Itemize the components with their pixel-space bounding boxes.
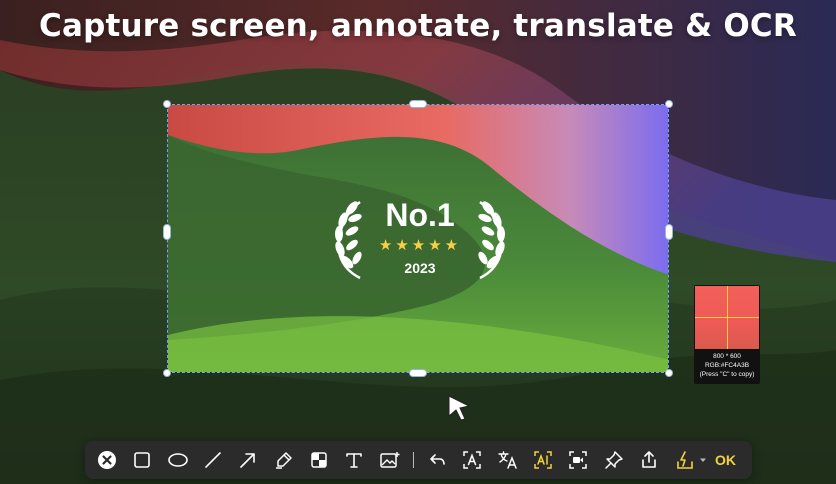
text-tool-button[interactable] [341, 447, 367, 473]
line-tool-button[interactable] [200, 447, 226, 473]
highlighter-icon [276, 452, 292, 469]
resize-handle-bottom[interactable] [409, 369, 427, 377]
resize-handle-right[interactable] [665, 224, 673, 240]
mosaic-icon [311, 452, 327, 468]
arrow-tool-button[interactable] [235, 447, 261, 473]
resize-handle-top-right[interactable] [665, 100, 673, 108]
color-magnifier: 800 * 600 RGB:#FC4A3B (Press "C" to copy… [694, 285, 760, 384]
toolbar-divider [413, 452, 414, 468]
save-options-dropdown[interactable] [696, 447, 710, 473]
record-icon [569, 451, 587, 469]
rectangle-icon [134, 452, 150, 468]
line-icon [205, 452, 221, 468]
close-button[interactable] [94, 447, 120, 473]
selection-size: 800 * 600 [713, 353, 741, 360]
annotation-toolbar: OK [85, 441, 752, 479]
image-icon [380, 452, 400, 468]
resize-handle-left[interactable] [163, 224, 171, 240]
image-tool-button[interactable] [377, 447, 403, 473]
translate-icon [498, 451, 517, 469]
share-icon [642, 451, 656, 468]
ellipse-tool-button[interactable] [165, 447, 191, 473]
resize-handle-bottom-right[interactable] [665, 369, 673, 377]
rectangle-tool-button[interactable] [129, 447, 155, 473]
close-icon [98, 451, 116, 469]
resize-handle-bottom-left[interactable] [163, 369, 171, 377]
ellipse-icon [168, 453, 188, 467]
ok-button[interactable]: OK [715, 447, 736, 473]
pin-icon [605, 451, 623, 469]
headline: Capture screen, annotate, translate & OC… [39, 8, 797, 44]
share-button[interactable] [636, 447, 662, 473]
text-icon [346, 453, 362, 468]
award-title: No.1 [385, 197, 455, 233]
color-value: RGB:#FC4A3B [704, 362, 750, 369]
award-stars: ★★★★★ [378, 237, 462, 254]
resize-handle-top-left[interactable] [163, 100, 171, 108]
undo-icon [430, 454, 445, 465]
magnifier-preview [695, 286, 759, 349]
crosshair-vertical [727, 286, 728, 349]
resize-handle-top[interactable] [409, 100, 427, 108]
translate-button[interactable] [495, 447, 521, 473]
mosaic-tool-button[interactable] [306, 447, 332, 473]
pin-button[interactable] [601, 447, 627, 473]
undo-button[interactable] [424, 447, 450, 473]
ocr-button[interactable] [459, 447, 485, 473]
dropdown-icon [700, 458, 706, 462]
ai-ocr-button[interactable] [530, 447, 556, 473]
ocr-icon [463, 451, 481, 469]
copy-hint: (Press "C" to copy) [699, 371, 755, 378]
award-year: 2023 [404, 260, 436, 276]
save-button[interactable] [672, 447, 698, 473]
save-icon [677, 451, 693, 469]
award-badge: No.1 ★★★★★ 2023 [330, 196, 510, 286]
mouse-cursor-icon [448, 395, 471, 421]
highlighter-tool-button[interactable] [271, 447, 297, 473]
arrow-icon [240, 453, 255, 468]
ai-ocr-icon [534, 451, 552, 469]
record-button[interactable] [565, 447, 591, 473]
